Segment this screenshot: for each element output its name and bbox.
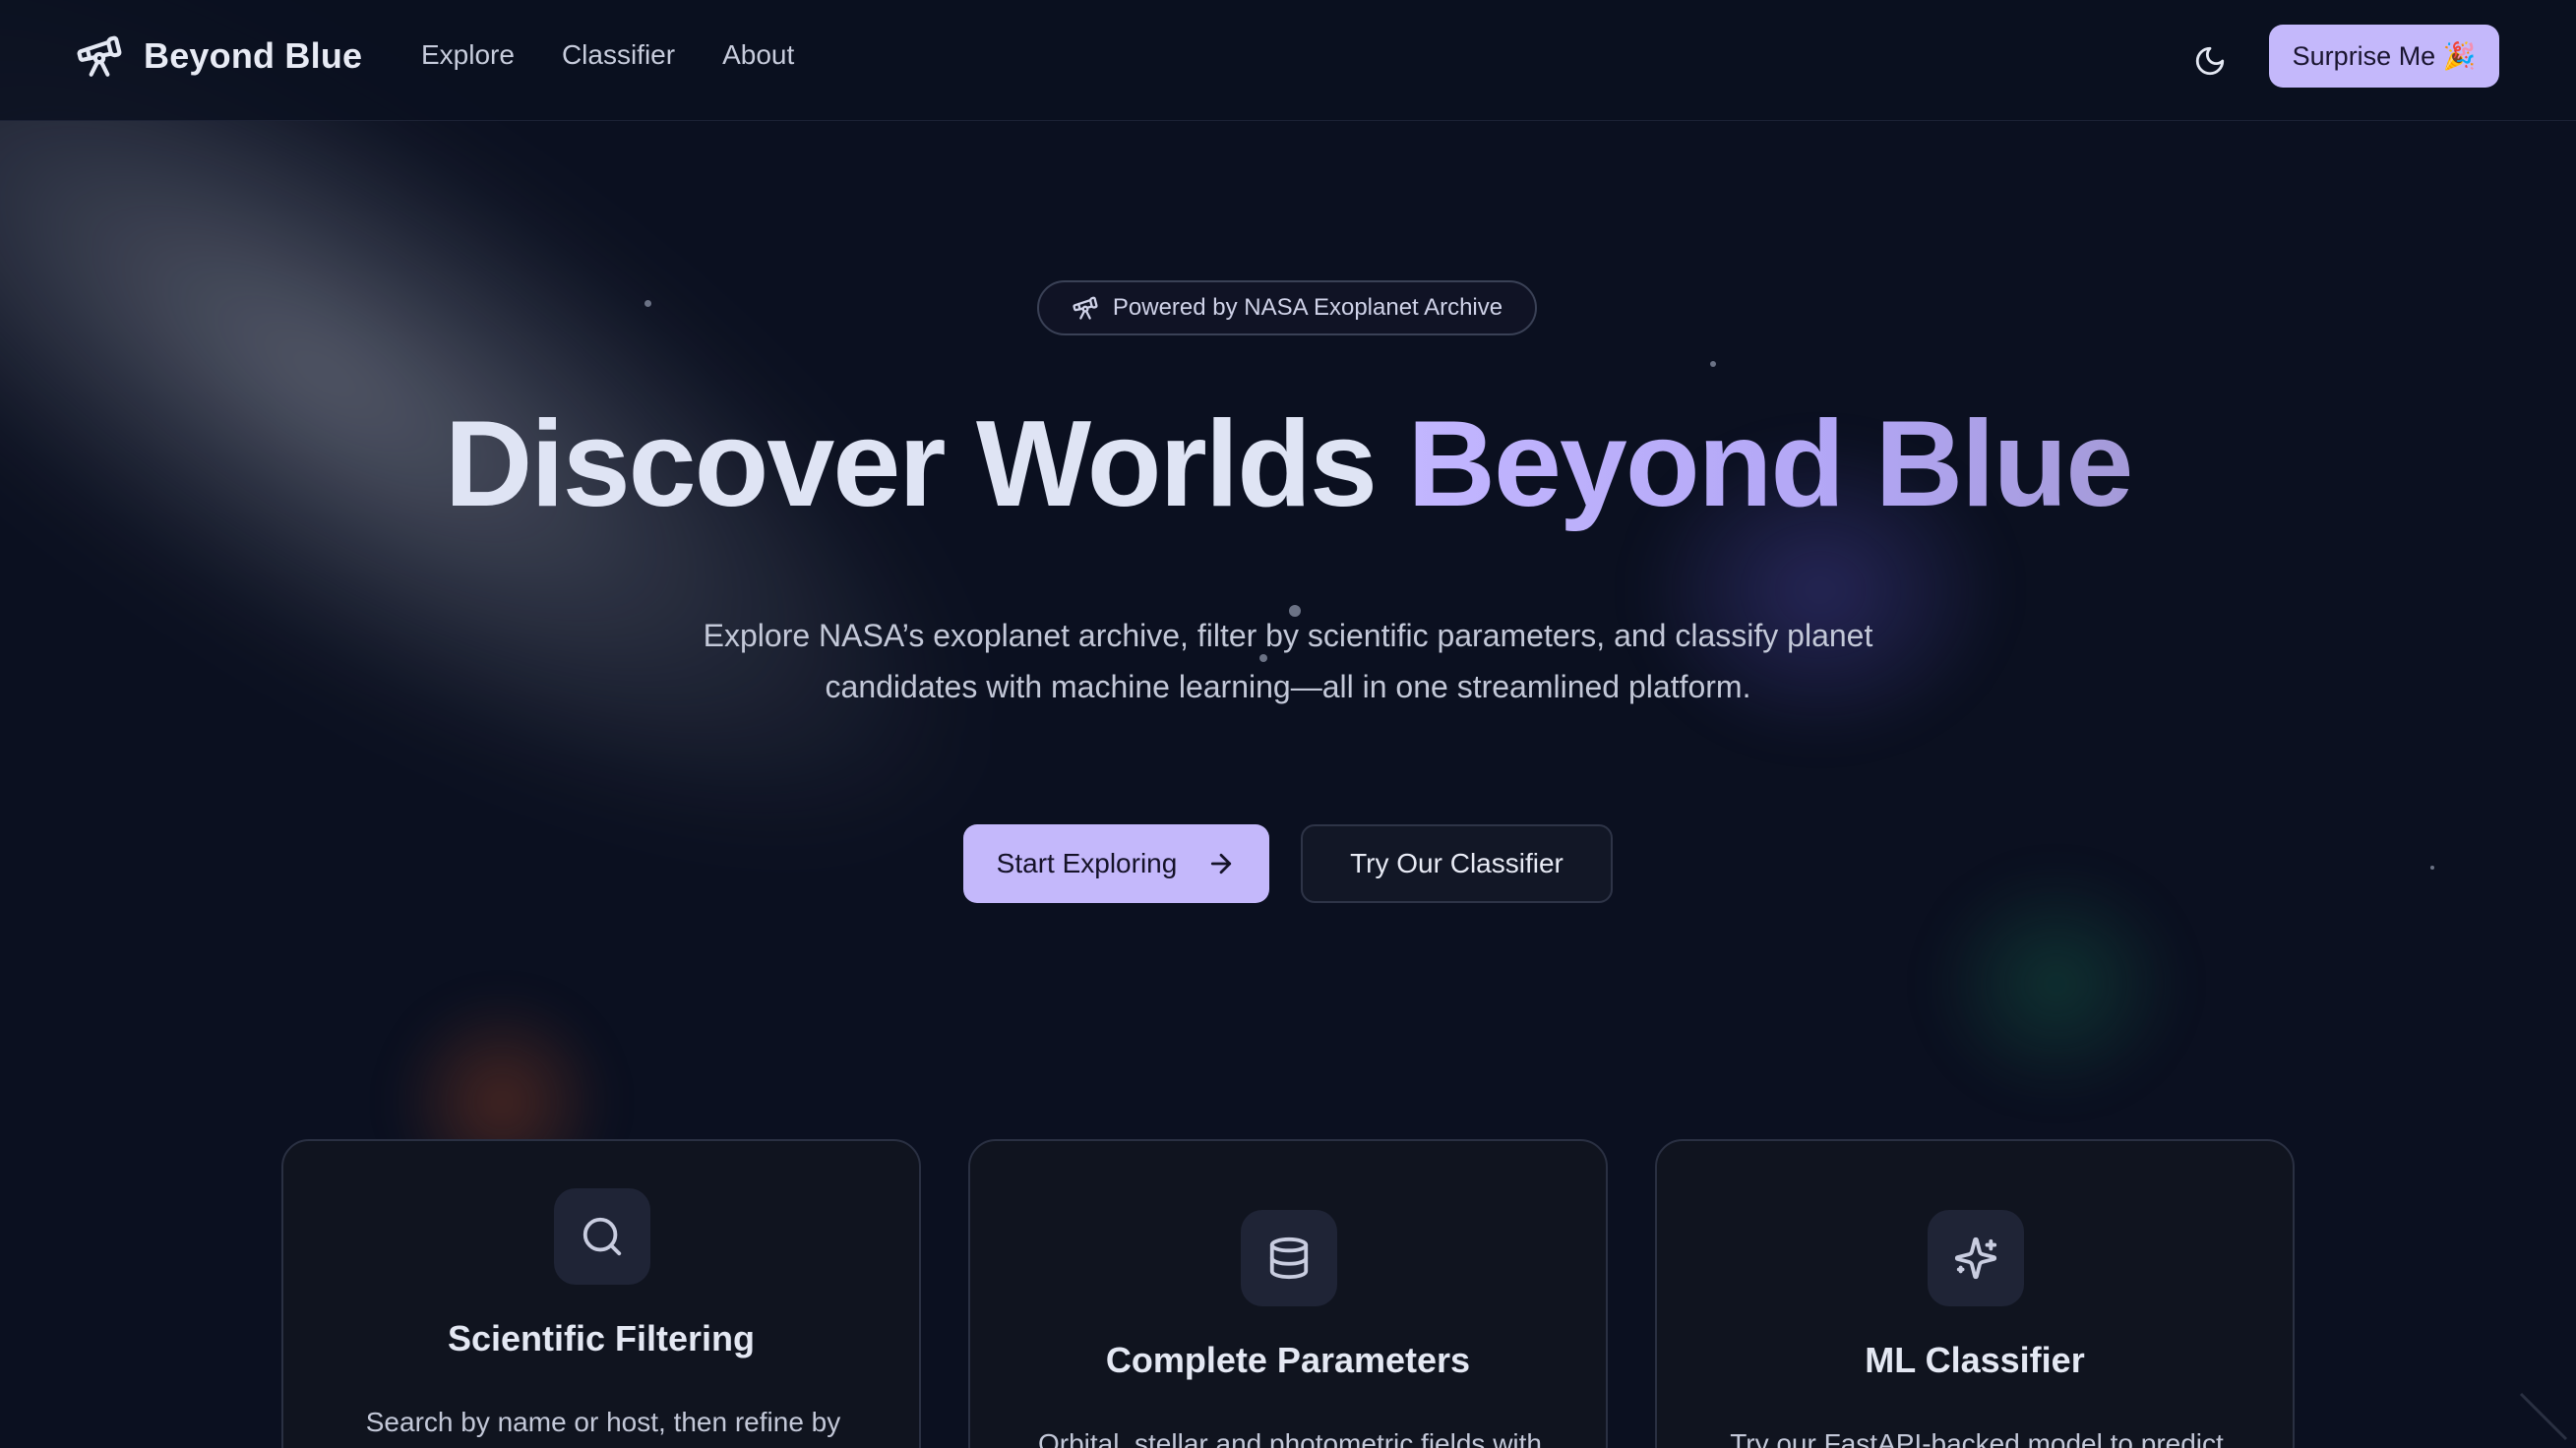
card-icon-box — [554, 1188, 650, 1285]
resize-handle-icon — [2519, 1392, 2568, 1441]
background-glow-green — [1929, 866, 2184, 1102]
telescope-icon — [77, 35, 122, 77]
nav-link-classifier[interactable]: Classifier — [562, 39, 675, 71]
hero-title-part1: Discover Worlds — [444, 396, 1408, 532]
try-classifier-button[interactable]: Try Our Classifier — [1301, 824, 1613, 903]
brand-logo-link[interactable]: Beyond Blue — [75, 31, 362, 81]
landing-page: Beyond Blue Explore Classifier About Sur… — [0, 0, 2576, 1448]
theme-toggle-button[interactable] — [2186, 37, 2234, 85]
surprise-me-button[interactable]: Surprise Me 🎉 — [2269, 25, 2499, 88]
moon-icon — [2195, 46, 2225, 76]
feature-card-parameters: Complete Parameters Orbital, stellar and… — [968, 1139, 1608, 1448]
star — [1710, 361, 1716, 367]
database-icon — [1269, 1237, 1309, 1280]
start-exploring-label: Start Exploring — [996, 848, 1178, 878]
star — [644, 300, 651, 307]
main-nav: Explore Classifier About — [421, 39, 841, 71]
sparkles-icon — [1954, 1237, 1997, 1280]
hero-description: Explore NASA’s exoplanet archive, filter… — [703, 618, 1873, 704]
search-icon — [583, 1217, 622, 1256]
card-title: ML Classifier — [1865, 1340, 2085, 1380]
hero-title-part2: Beyond Blue — [1407, 396, 2133, 532]
brand-name: Beyond Blue — [144, 35, 363, 76]
star — [2430, 866, 2434, 870]
top-navbar: Beyond Blue Explore Classifier About Sur… — [0, 0, 2576, 121]
nasa-badge: Powered by NASA Exoplanet Archive — [1037, 280, 1537, 335]
card-icon-box — [1928, 1210, 2024, 1306]
card-description: Search by name or host, then refine by — [365, 1407, 841, 1437]
card-icon-box — [1241, 1210, 1337, 1306]
telescope-icon — [1073, 296, 1098, 320]
feature-card-filtering: Scientific Filtering Search by name or h… — [281, 1139, 921, 1448]
arrow-right-icon — [1211, 853, 1232, 875]
badge-text: Powered by NASA Exoplanet Archive — [1112, 294, 1503, 321]
card-title: Complete Parameters — [1105, 1340, 1471, 1380]
nav-link-explore[interactable]: Explore — [421, 39, 515, 71]
card-description: Orbital, stellar and photometric fields … — [1038, 1428, 1542, 1448]
feature-card-classifier: ML Classifier Try our FastAPI-backed mod… — [1655, 1139, 2295, 1448]
hero-title: Discover Worlds Beyond Blue — [0, 395, 2576, 533]
card-description: Try our FastAPI-backed model to predict — [1730, 1428, 2224, 1448]
start-exploring-button[interactable]: Start Exploring — [963, 824, 1269, 903]
card-title: Scientific Filtering — [447, 1318, 756, 1358]
nav-link-about[interactable]: About — [722, 39, 794, 71]
